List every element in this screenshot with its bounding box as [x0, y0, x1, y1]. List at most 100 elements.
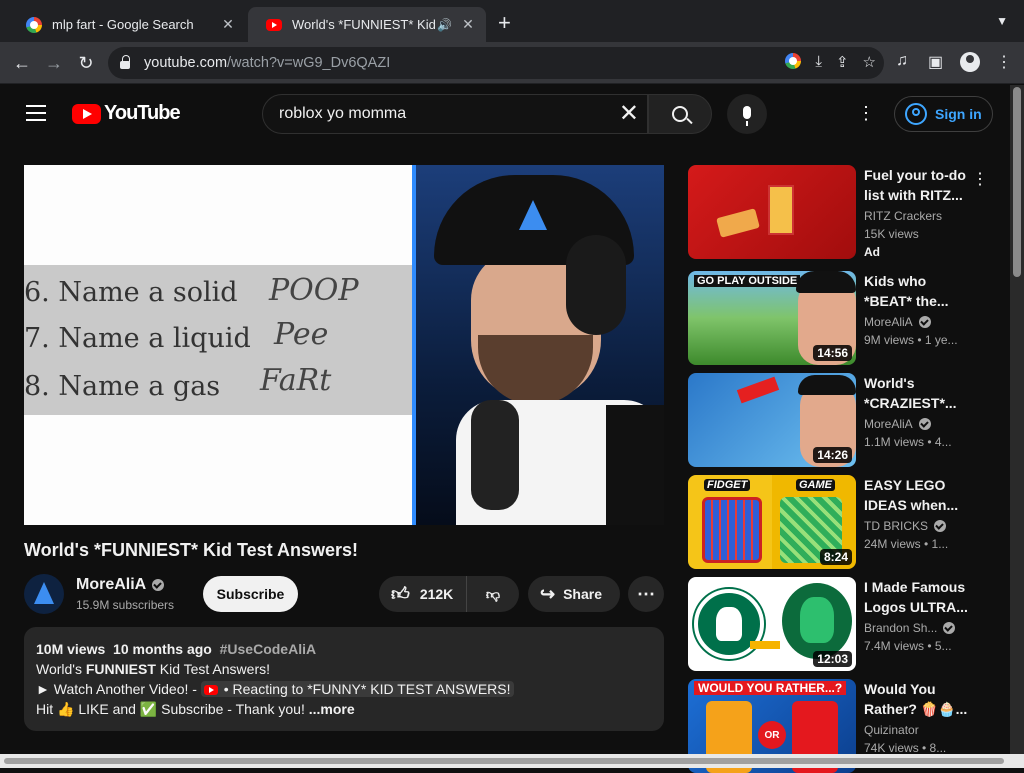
address-bar[interactable]: youtube.com/watch?v=wG9_Dv6QAZI ⤓ ⇪ ☆	[108, 47, 884, 79]
youtube-wordmark: YouTube	[104, 102, 181, 124]
linked-video-chip[interactable]: • Reacting to *FUNNY* KID TEST ANSWERS!	[200, 681, 514, 697]
recommendation-channel[interactable]: RITZ Crackers	[864, 209, 942, 223]
recommendation-channel[interactable]: Quizinator	[864, 723, 919, 737]
channel-name-link[interactable]: MoreAliA	[76, 576, 165, 594]
recommendation-item[interactable]: FIDGET GAME 8:24 EASY LEGO IDEAS when...…	[688, 475, 988, 569]
share-button[interactable]: ↪ Share	[528, 576, 620, 612]
recommendation-item[interactable]: 12:03 I Made Famous Logos ULTRA... Brand…	[688, 577, 988, 671]
description-box[interactable]: 10M views 10 months ago #UseCodeAliA Wor…	[24, 627, 664, 731]
video-title: World's *FUNNIEST* Kid Test Answers!	[24, 540, 358, 560]
tab-search-chevron-icon[interactable]: ▼	[996, 14, 1008, 28]
video-thumbnail[interactable]: GO PLAY OUTSIDE 14:56	[688, 271, 856, 365]
verified-check-icon	[943, 622, 956, 634]
clear-search-icon[interactable]: ✕	[619, 101, 639, 127]
url-text[interactable]: youtube.com/watch?v=wG9_Dv6QAZI	[144, 55, 390, 71]
duration-badge: 8:24	[819, 549, 852, 565]
close-tab-icon[interactable]: ✕	[460, 16, 476, 33]
like-button[interactable]: 👍︎ 212K	[379, 576, 467, 612]
sign-in-label: Sign in	[935, 106, 982, 122]
thumbs-up-icon: 👍︎	[391, 584, 410, 604]
google-lens-icon[interactable]	[785, 53, 802, 69]
youtube-play-icon	[72, 103, 101, 124]
recommendation-views: 15K views	[864, 227, 919, 241]
hashtag-link[interactable]: #UseCodeAliA	[220, 641, 316, 657]
forward-arrow-icon[interactable]: →	[42, 51, 66, 75]
recommendation-title[interactable]: World's *CRAZIEST*...	[864, 373, 974, 413]
share-arrow-icon: ↪	[540, 583, 556, 604]
account-icon	[905, 103, 927, 125]
channel-avatar[interactable]	[24, 574, 64, 614]
description-line: ► Watch Another Video! - • Reacting to *…	[36, 679, 652, 699]
description-text: Kid Test Answers!	[155, 661, 271, 677]
speaker-icon[interactable]: 🔊	[437, 18, 452, 32]
description-bold-text: FUNNIEST	[85, 661, 156, 677]
recommendation-item[interactable]: 14:26 World's *CRAZIEST*... MoreAliA 1.1…	[688, 373, 988, 467]
tab-google-search[interactable]: mlp fart - Google Search ✕	[8, 7, 246, 42]
video-player[interactable]: 6. Name a solid 7. Name a liquid 8. Name…	[24, 165, 664, 525]
thumbnail-caption: FIDGET	[704, 479, 751, 491]
voice-search-button[interactable]	[727, 94, 767, 134]
subscribe-button[interactable]: Subscribe	[203, 576, 298, 612]
settings-kebab-icon[interactable]: ⋮	[856, 103, 876, 123]
video-thumbnail[interactable]: 12:03	[688, 577, 856, 671]
description-line: World's FUNNIEST Kid Test Answers!	[36, 659, 652, 679]
subscriber-count: 15.9M subscribers	[76, 598, 175, 612]
recommendation-channel[interactable]: Brandon Sh...	[864, 621, 956, 635]
recommendation-views: 9M views • 1 ye...	[864, 333, 958, 347]
scrollbar-thumb[interactable]	[1013, 87, 1021, 277]
recommendation-title[interactable]: Fuel your to-do list with RITZ...	[864, 165, 974, 205]
recommendation-title[interactable]: Would You Rather? 🍿🧁...	[864, 679, 974, 719]
bookmark-star-icon[interactable]: ☆	[863, 53, 876, 71]
recommendation-title[interactable]: I Made Famous Logos ULTRA...	[864, 577, 974, 617]
share-page-icon[interactable]: ⇪	[836, 53, 849, 71]
side-panel-icon[interactable]: ▣	[928, 52, 943, 72]
lock-icon	[120, 55, 130, 69]
profile-icon[interactable]	[960, 52, 980, 72]
back-arrow-icon[interactable]: ←	[10, 51, 34, 75]
video-thumbnail[interactable]: FIDGET GAME 8:24	[688, 475, 856, 569]
video-thumbnail[interactable]	[688, 165, 856, 259]
description-line: Hit 👍 LIKE and ✅ Subscribe - Thank you! …	[36, 699, 652, 719]
more-actions-button[interactable]: ⋯	[628, 576, 664, 612]
recommendation-item[interactable]: Fuel your to-do list with RITZ... RITZ C…	[688, 165, 988, 259]
paper-answer: FaRt	[260, 363, 332, 398]
duration-badge: 14:56	[813, 345, 852, 361]
recommendation-title[interactable]: Kids who *BEAT* the...	[864, 271, 974, 311]
youtube-logo[interactable]: YouTube	[72, 102, 181, 125]
recommendation-channel[interactable]: MoreAliA	[864, 315, 931, 329]
sign-in-button[interactable]: Sign in	[894, 96, 993, 132]
guide-menu-icon[interactable]	[26, 105, 46, 121]
recommendation-channel[interactable]: MoreAliA	[864, 417, 931, 431]
cap-logo-icon	[519, 200, 547, 230]
close-tab-icon[interactable]: ✕	[220, 16, 236, 33]
recommendation-menu-icon[interactable]: ⋮	[972, 169, 988, 189]
search-button[interactable]	[648, 94, 712, 134]
thumbs-down-icon: 👎︎	[485, 585, 501, 602]
new-tab-button[interactable]: +	[498, 12, 511, 34]
tab-youtube-video[interactable]: World's *FUNNIEST* Kid Test Answers! - Y…	[248, 7, 486, 42]
paper-question: 6. Name a solid	[24, 277, 238, 308]
recommendation-channel[interactable]: TD BRICKS	[864, 519, 947, 533]
show-more-link[interactable]: ...more	[309, 701, 355, 717]
presenter-sleeve	[606, 405, 664, 525]
duration-badge: 12:03	[813, 651, 852, 667]
scrollbar-thumb[interactable]	[4, 758, 1004, 764]
view-count: 10M views	[36, 641, 106, 657]
video-thumbnail[interactable]: 14:26	[688, 373, 856, 467]
reload-icon[interactable]: ↻	[74, 51, 98, 75]
verified-check-icon	[152, 579, 165, 591]
tab-title: mlp fart - Google Search	[52, 17, 194, 32]
tab-title: World's *FUNNIEST* Kid Test Answers! - Y…	[292, 17, 437, 32]
media-control-icon[interactable]: ♫	[896, 52, 908, 70]
channel-name: MoreAliA	[864, 315, 913, 329]
microphone-stand	[471, 400, 519, 510]
search-icon	[672, 106, 688, 122]
recommendation-item[interactable]: GO PLAY OUTSIDE 14:56 Kids who *BEAT* th…	[688, 271, 988, 365]
recommendation-title[interactable]: EASY LEGO IDEAS when...	[864, 475, 974, 515]
horizontal-scrollbar[interactable]	[0, 754, 1024, 768]
browser-menu-icon[interactable]: ⋮	[996, 52, 1012, 72]
install-app-icon[interactable]: ⤓	[815, 53, 822, 71]
search-input[interactable]	[279, 105, 599, 123]
dislike-button[interactable]: 👎︎	[467, 586, 519, 603]
vertical-scrollbar[interactable]	[1010, 85, 1024, 754]
